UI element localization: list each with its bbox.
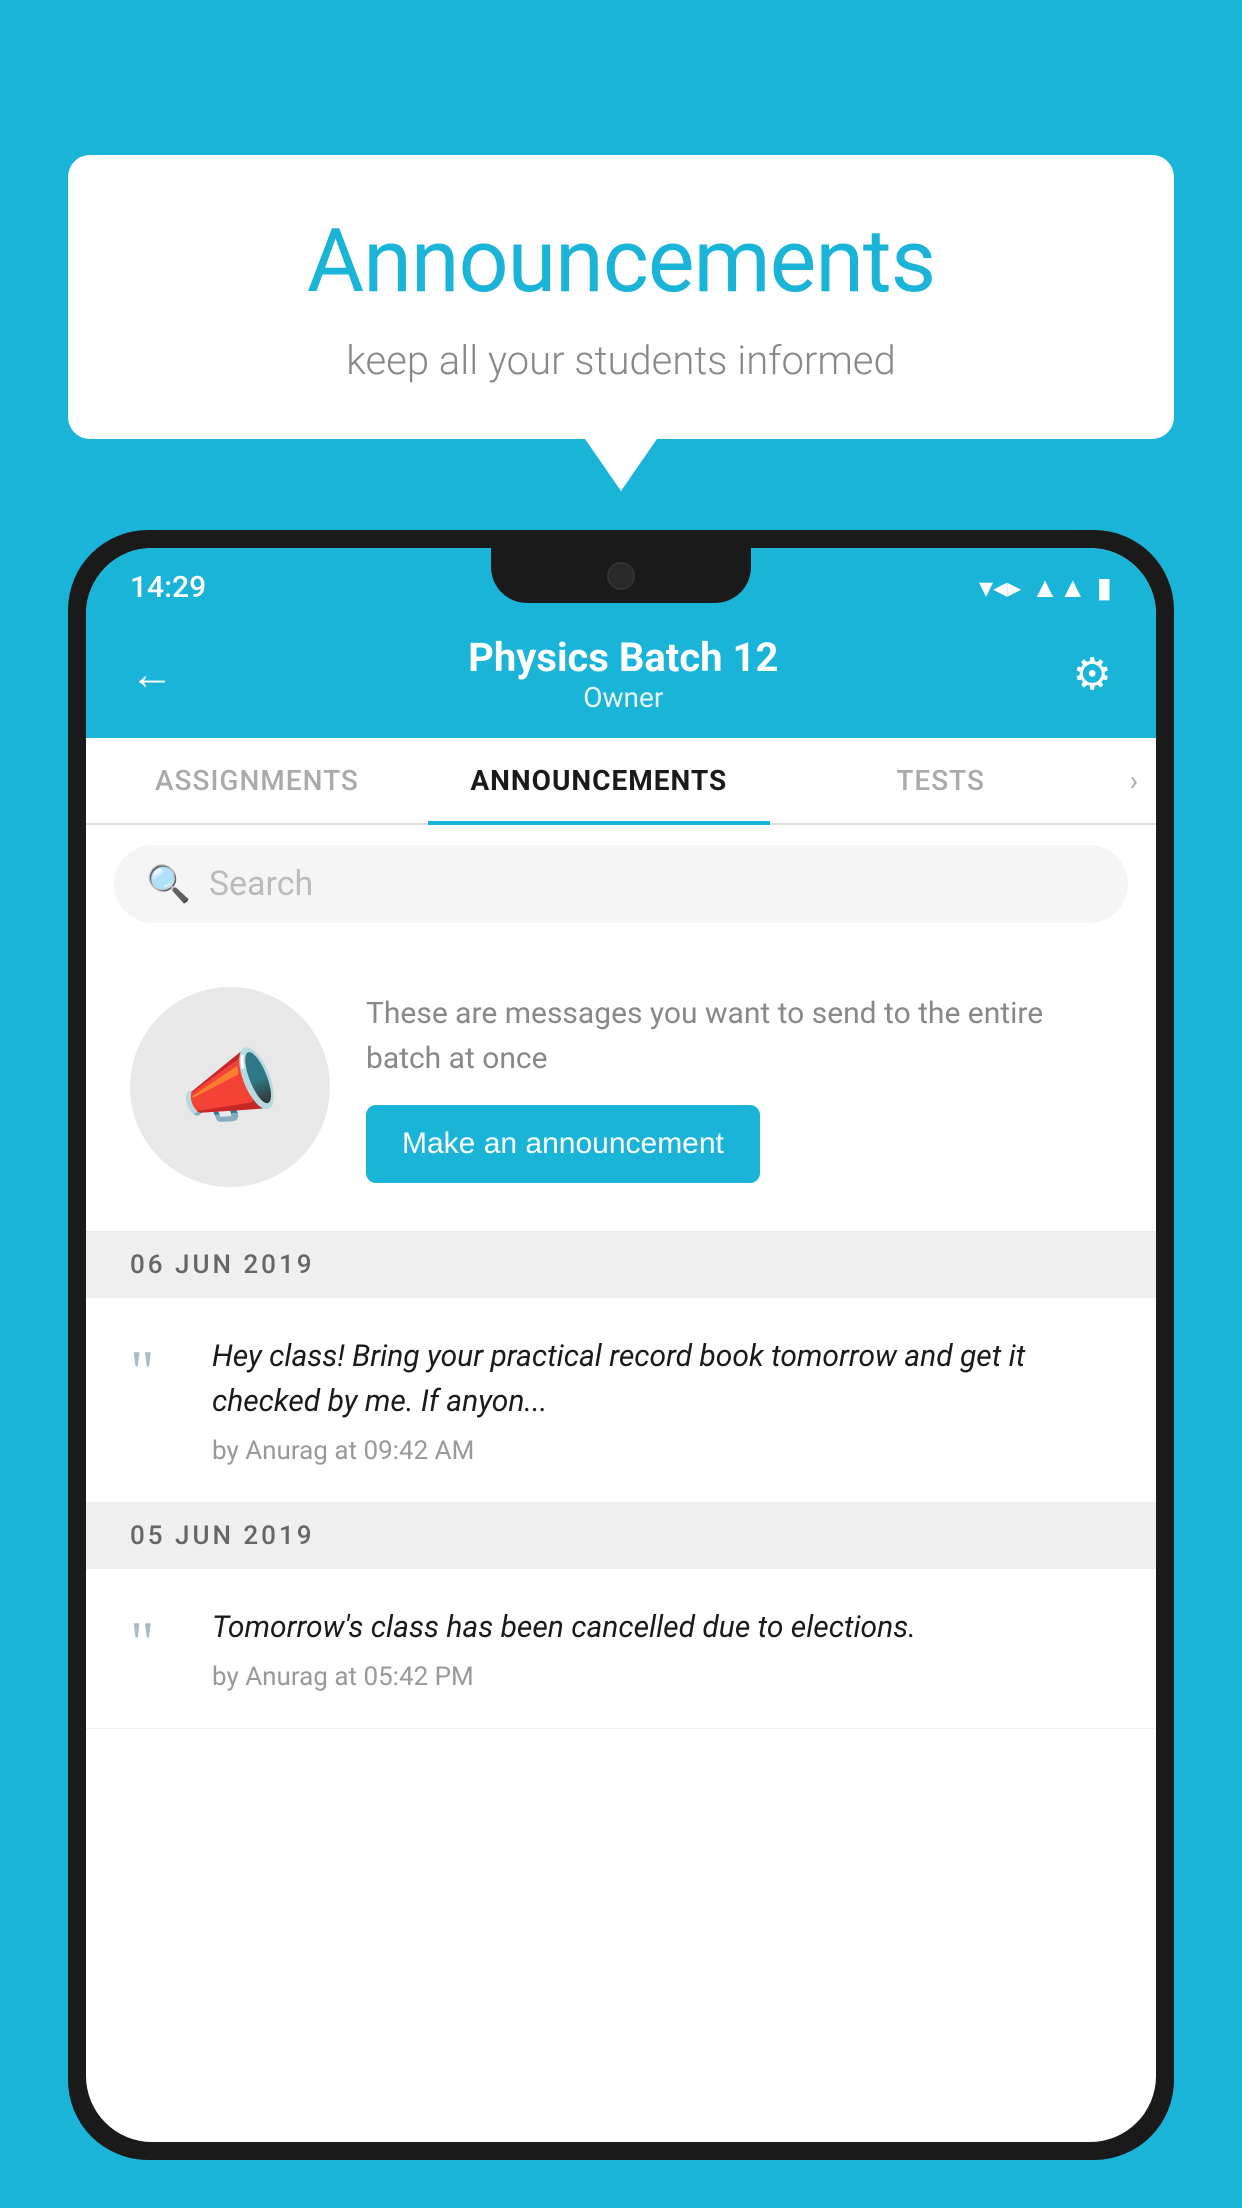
phone-wrapper: 14:29 ▾◂▸ ▲▲ ▮ ← Physics Batch 12 Owner … <box>68 530 1174 2208</box>
announcement-content-2: Tomorrow's class has been cancelled due … <box>212 1605 1112 1692</box>
phone-outer: 14:29 ▾◂▸ ▲▲ ▮ ← Physics Batch 12 Owner … <box>68 530 1174 2160</box>
battery-icon: ▮ <box>1097 571 1112 604</box>
tab-tests[interactable]: TESTS <box>770 738 1112 823</box>
date-label-1: 06 JUN 2019 <box>130 1250 315 1280</box>
phone-screen: 14:29 ▾◂▸ ▲▲ ▮ ← Physics Batch 12 Owner … <box>86 548 1156 2142</box>
header-title-group: Physics Batch 12 Owner <box>468 634 778 714</box>
wifi-icon: ▾◂▸ <box>979 571 1021 604</box>
promo-icon-circle: 📣 <box>130 987 330 1187</box>
promo-text: These are messages you want to send to t… <box>366 991 1112 1081</box>
search-icon: 🔍 <box>146 863 191 905</box>
announcements-subtitle: keep all your students informed <box>128 337 1114 384</box>
announcement-text-2: Tomorrow's class has been cancelled due … <box>212 1605 1112 1650</box>
date-header-2: 05 JUN 2019 <box>86 1503 1156 1569</box>
announcement-content-1: Hey class! Bring your practical record b… <box>212 1334 1112 1466</box>
tab-bar: ASSIGNMENTS ANNOUNCEMENTS TESTS › <box>86 738 1156 825</box>
megaphone-icon: 📣 <box>180 1040 280 1134</box>
announcement-text-1: Hey class! Bring your practical record b… <box>212 1334 1112 1424</box>
phone-notch <box>491 548 751 603</box>
status-icons: ▾◂▸ ▲▲ ▮ <box>979 571 1112 604</box>
promo-section: 📣 These are messages you want to send to… <box>86 943 1156 1232</box>
quote-icon-1: " <box>130 1342 180 1402</box>
announcement-meta-1: by Anurag at 09:42 AM <box>212 1436 1112 1466</box>
signal-icon: ▲▲ <box>1031 571 1086 604</box>
make-announcement-button[interactable]: Make an announcement <box>366 1105 760 1183</box>
search-container: 🔍 Search <box>86 825 1156 943</box>
date-label-2: 05 JUN 2019 <box>130 1521 315 1551</box>
search-bar[interactable]: 🔍 Search <box>114 845 1128 923</box>
announcement-item-2[interactable]: " Tomorrow's class has been cancelled du… <box>86 1569 1156 1729</box>
speech-bubble: Announcements keep all your students inf… <box>68 155 1174 439</box>
announcement-item-1[interactable]: " Hey class! Bring your practical record… <box>86 1298 1156 1503</box>
search-input[interactable]: Search <box>209 864 313 904</box>
date-header-1: 06 JUN 2019 <box>86 1232 1156 1298</box>
header-title: Physics Batch 12 <box>468 634 778 681</box>
phone-camera <box>607 562 635 590</box>
announcements-title: Announcements <box>128 210 1114 313</box>
tab-assignments[interactable]: ASSIGNMENTS <box>86 738 428 823</box>
tab-announcements[interactable]: ANNOUNCEMENTS <box>428 738 770 823</box>
tab-more[interactable]: › <box>1112 738 1156 823</box>
announcement-meta-2: by Anurag at 05:42 PM <box>212 1662 1112 1692</box>
app-header: ← Physics Batch 12 Owner ⚙ <box>86 616 1156 738</box>
gear-icon[interactable]: ⚙ <box>1073 648 1112 700</box>
promo-content: These are messages you want to send to t… <box>366 991 1112 1183</box>
back-arrow[interactable]: ← <box>130 648 174 700</box>
status-time: 14:29 <box>130 570 206 605</box>
speech-bubble-container: Announcements keep all your students inf… <box>68 155 1174 439</box>
header-subtitle: Owner <box>468 681 778 714</box>
quote-icon-2: " <box>130 1613 180 1673</box>
